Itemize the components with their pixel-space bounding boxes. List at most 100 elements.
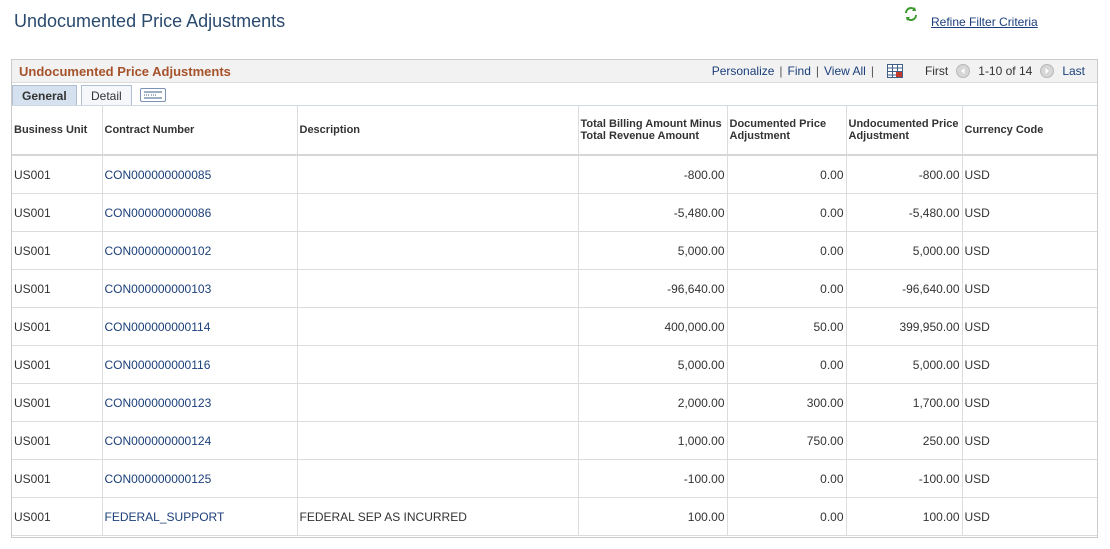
cell-total-billing-minus-revenue: 2,000.00 [578, 383, 728, 422]
cell-undocumented-price-adjustment: 5,000.00 [846, 345, 963, 384]
cell-contract-number[interactable]: CON000000000123 [102, 383, 298, 422]
arrow-left-icon [961, 68, 965, 74]
cell-currency-code: USD [962, 307, 1097, 346]
cell-business-unit: US001 [12, 269, 103, 308]
cell-undocumented-price-adjustment: -100.00 [846, 459, 963, 498]
cell-documented-price-adjustment: 50.00 [727, 307, 847, 346]
tab-general[interactable]: General [12, 85, 77, 105]
first-label: First [924, 64, 949, 78]
cell-description [297, 155, 579, 194]
last-link[interactable]: Last [1062, 64, 1085, 78]
cell-contract-number[interactable]: FEDERAL_SUPPORT [102, 497, 298, 536]
cell-business-unit: US001 [12, 193, 103, 232]
table-row: US001 CON000000000124 1,000.00 750.00 250.00… [12, 421, 1097, 460]
cell-documented-price-adjustment: 0.00 [727, 231, 847, 270]
grid-navigation: Personalize | Find | View All | First 1-… [711, 64, 1085, 78]
cell-documented-price-adjustment: 0.00 [727, 269, 847, 308]
table-row: US001 CON000000000123 2,000.00 300.00 1,700.… [12, 383, 1097, 422]
show-all-columns-button[interactable] [140, 88, 166, 102]
cell-description [297, 231, 579, 270]
cell-undocumented-price-adjustment: 5,000.00 [846, 231, 963, 270]
cell-total-billing-minus-revenue: -5,480.00 [578, 193, 728, 232]
cell-total-billing-minus-revenue: 100.00 [578, 497, 728, 536]
cell-business-unit: US001 [12, 421, 103, 460]
cell-business-unit: US001 [12, 345, 103, 384]
cell-currency-code: USD [962, 193, 1097, 232]
table-row: US001 CON000000000086 -5,480.00 0.00 -5,480.… [12, 193, 1097, 232]
cell-documented-price-adjustment: 0.00 [727, 193, 847, 232]
page-title: Undocumented Price Adjustments [14, 11, 286, 31]
cell-description [297, 307, 579, 346]
grid-header: Undocumented Price Adjustments Personali… [12, 60, 1097, 83]
column-description[interactable]: Description [297, 106, 579, 156]
column-currency-code[interactable]: Currency Code [962, 106, 1097, 156]
table-row: US001 CON000000000085 -800.00 0.00 -800.00 US… [12, 155, 1097, 194]
column-contract-number[interactable]: Contract Number [102, 106, 298, 156]
cell-documented-price-adjustment: 0.00 [727, 155, 847, 194]
cell-currency-code: USD [962, 421, 1097, 460]
table-row: US001 CON000000000114 400,000.00 50.00 399,9… [12, 307, 1097, 346]
cell-business-unit: US001 [12, 231, 103, 270]
table-row: US001 CON000000000116 5,000.00 0.00 5,000.00… [12, 345, 1097, 384]
cell-contract-number[interactable]: CON000000000114 [102, 307, 298, 346]
refine-filter[interactable]: Refine Filter Criteria [903, 6, 1038, 29]
view-all-link[interactable]: View All [824, 64, 866, 78]
column-business-unit[interactable]: Business Unit [12, 106, 103, 156]
cell-total-billing-minus-revenue: -96,640.00 [578, 269, 728, 308]
cell-contract-number[interactable]: CON000000000085 [102, 155, 298, 194]
cell-description [297, 345, 579, 384]
cell-total-billing-minus-revenue: 5,000.00 [578, 231, 728, 270]
cell-description: FEDERAL SEP AS INCURRED [297, 497, 579, 536]
cell-total-billing-minus-revenue: -100.00 [578, 459, 728, 498]
cell-currency-code: USD [962, 459, 1097, 498]
table-row: US001 CON000000000102 5,000.00 0.00 5,000.00… [12, 231, 1097, 270]
adjustments-grid: Undocumented Price Adjustments Personali… [11, 59, 1098, 538]
previous-button[interactable] [956, 64, 971, 78]
table-header-row: Business Unit Contract Number Descriptio… [12, 106, 1097, 156]
cell-documented-price-adjustment: 0.00 [727, 345, 847, 384]
tab-detail[interactable]: Detail [81, 85, 132, 105]
cell-contract-number[interactable]: CON000000000102 [102, 231, 298, 270]
adjustments-table: Business Unit Contract Number Descriptio… [12, 106, 1097, 536]
grid-title: Undocumented Price Adjustments [19, 64, 231, 79]
table-row: US001 CON000000000103 -96,640.00 0.00 -96,64… [12, 269, 1097, 308]
cell-business-unit: US001 [12, 383, 103, 422]
personalize-link[interactable]: Personalize [712, 64, 775, 78]
cell-business-unit: US001 [12, 459, 103, 498]
cell-documented-price-adjustment: 750.00 [727, 421, 847, 460]
cell-currency-code: USD [962, 231, 1097, 270]
cell-currency-code: USD [962, 155, 1097, 194]
find-link[interactable]: Find [788, 64, 811, 78]
cell-currency-code: USD [962, 497, 1097, 536]
refine-filter-link[interactable]: Refine Filter Criteria [931, 15, 1038, 29]
cell-description [297, 269, 579, 308]
table-row: US001 CON000000000125 -100.00 0.00 -100.00 US… [12, 459, 1097, 498]
cell-undocumented-price-adjustment: 399,950.00 [846, 307, 963, 346]
cell-documented-price-adjustment: 300.00 [727, 383, 847, 422]
cell-description [297, 383, 579, 422]
cell-contract-number[interactable]: CON000000000125 [102, 459, 298, 498]
cell-currency-code: USD [962, 345, 1097, 384]
cell-contract-number[interactable]: CON000000000086 [102, 193, 298, 232]
cell-total-billing-minus-revenue: 1,000.00 [578, 421, 728, 460]
column-undocumented-price-adjustment[interactable]: Undocumented Price Adjustment [846, 106, 963, 156]
cell-undocumented-price-adjustment: -800.00 [846, 155, 963, 194]
cell-business-unit: US001 [12, 497, 103, 536]
cell-currency-code: USD [962, 269, 1097, 308]
cell-undocumented-price-adjustment: -96,640.00 [846, 269, 963, 308]
next-button[interactable] [1040, 64, 1055, 78]
refresh-icon[interactable] [903, 6, 919, 22]
download-grid-icon[interactable] [886, 64, 903, 78]
cell-contract-number[interactable]: CON000000000103 [102, 269, 298, 308]
column-total-billing-minus-revenue[interactable]: Total Billing Amount Minus Total Revenue… [578, 106, 728, 156]
cell-contract-number[interactable]: CON000000000124 [102, 421, 298, 460]
cell-description [297, 459, 579, 498]
grid-tabs: General Detail [12, 83, 1097, 106]
cell-contract-number[interactable]: CON000000000116 [102, 345, 298, 384]
cell-total-billing-minus-revenue: -800.00 [578, 155, 728, 194]
cell-undocumented-price-adjustment: 250.00 [846, 421, 963, 460]
cell-business-unit: US001 [12, 155, 103, 194]
show-all-columns-icon [144, 91, 162, 99]
table-row: US001 FEDERAL_SUPPORT FEDERAL SEP AS INCUR… [12, 497, 1097, 536]
column-documented-price-adjustment[interactable]: Documented Price Adjustment [727, 106, 847, 156]
